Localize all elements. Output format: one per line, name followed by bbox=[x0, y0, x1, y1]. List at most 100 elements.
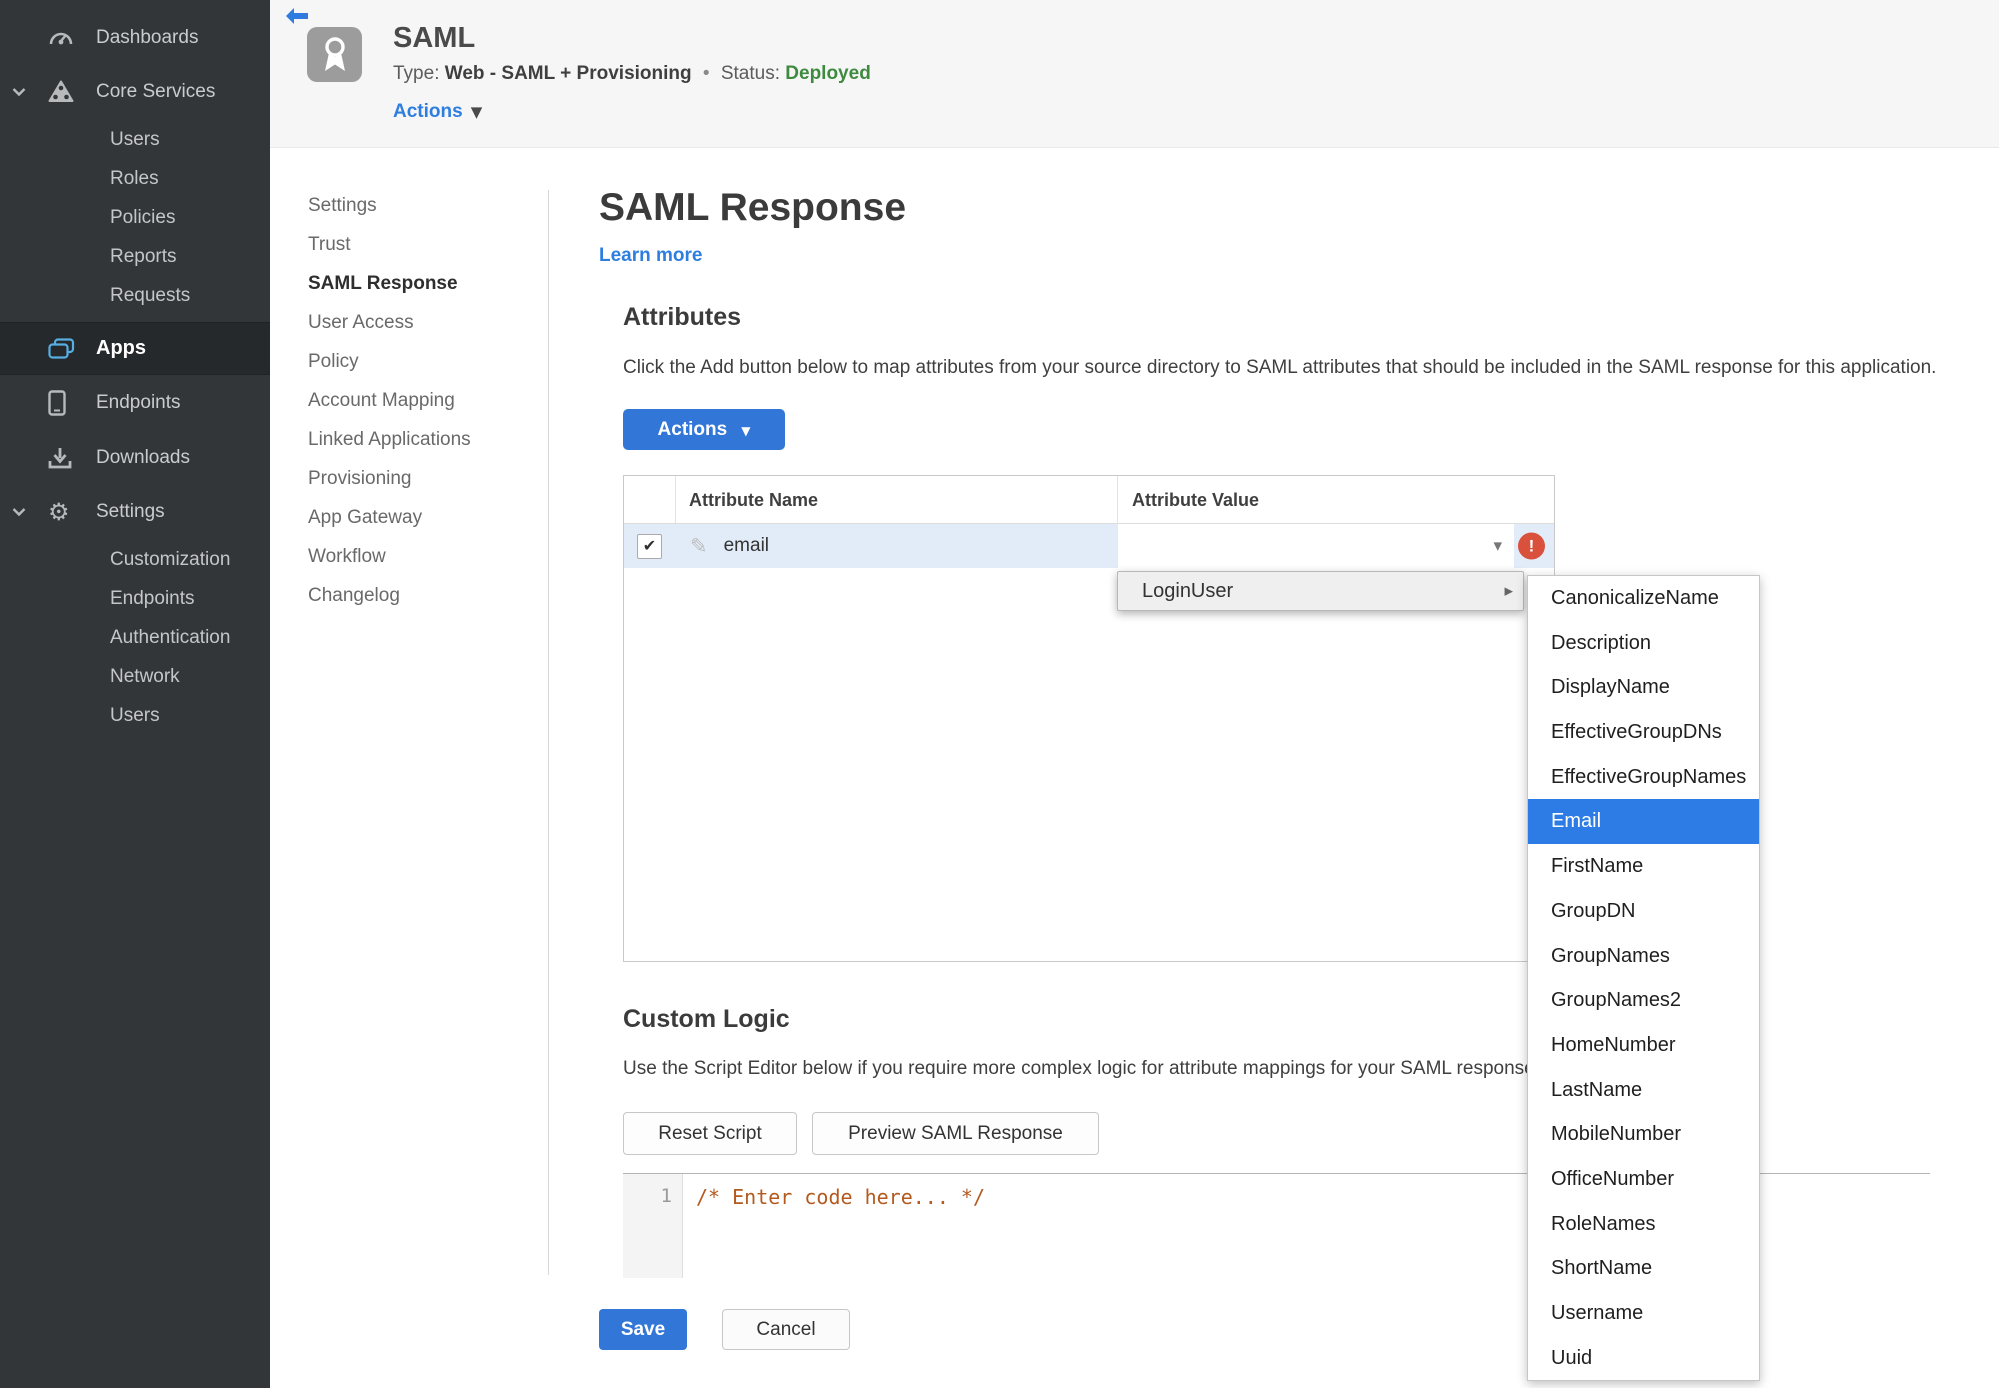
subnav-item[interactable]: Settings bbox=[308, 186, 528, 225]
subnav-item[interactable]: Changelog bbox=[308, 576, 528, 615]
editor-gutter: 1 bbox=[623, 1174, 683, 1278]
sidebar-subitem[interactable]: Policies bbox=[0, 198, 270, 237]
submenu-item[interactable]: Email bbox=[1528, 799, 1759, 845]
subnav-item[interactable]: Provisioning bbox=[308, 459, 528, 498]
submenu-item[interactable]: HomeNumber bbox=[1528, 1023, 1759, 1068]
reset-script-button[interactable]: Reset Script bbox=[623, 1112, 797, 1155]
subnav-item[interactable]: App Gateway bbox=[308, 498, 528, 537]
submenu-item[interactable]: GroupNames bbox=[1528, 934, 1759, 979]
attribute-value-dropdown[interactable] bbox=[1118, 524, 1514, 568]
sidebar-item-apps[interactable]: Apps bbox=[0, 322, 270, 375]
app-meta: Type: Web - SAML + Provisioning • Status… bbox=[393, 63, 871, 85]
sidebar-subitem[interactable]: Customization bbox=[0, 540, 270, 579]
apps-icon bbox=[48, 337, 78, 360]
sidebar-subitem[interactable]: Requests bbox=[0, 276, 270, 315]
sidebar-subitem[interactable]: Roles bbox=[0, 159, 270, 198]
sidebar-subitem[interactable]: Network bbox=[0, 657, 270, 696]
sidebar-subitem[interactable]: Users bbox=[0, 696, 270, 735]
custom-logic-heading: Custom Logic bbox=[623, 1005, 790, 1033]
gauge-icon bbox=[48, 27, 78, 49]
edit-pencil-icon[interactable] bbox=[690, 534, 708, 558]
core-services-icon bbox=[48, 80, 78, 104]
submenu-item[interactable]: Username bbox=[1528, 1291, 1759, 1336]
subnav-item[interactable]: Trust bbox=[308, 225, 528, 264]
sidebar: Dashboards Core Services Users Roles Polic… bbox=[0, 0, 270, 1388]
chevron-down-icon[interactable] bbox=[12, 508, 26, 517]
attribute-submenu: CanonicalizeName Description DisplayName Ef… bbox=[1527, 575, 1760, 1381]
submenu-item[interactable]: LastName bbox=[1528, 1068, 1759, 1113]
submenu-item[interactable]: Uuid bbox=[1528, 1336, 1759, 1380]
subnav-item[interactable]: Account Mapping bbox=[308, 381, 528, 420]
header-actions-menu[interactable]: Actions bbox=[393, 101, 482, 123]
sidebar-item-label: Endpoints bbox=[96, 392, 181, 413]
subnav-item[interactable]: Linked Applications bbox=[308, 420, 528, 459]
submenu-item[interactable]: ShortName bbox=[1528, 1246, 1759, 1291]
settings-subitems: Customization Endpoints Authentication Netw… bbox=[0, 540, 270, 735]
submenu-item[interactable]: MobileNumber bbox=[1528, 1112, 1759, 1157]
submenu-item[interactable]: GroupNames2 bbox=[1528, 978, 1759, 1023]
attribute-value-cell bbox=[1117, 524, 1554, 568]
submenu-item[interactable]: DisplayName bbox=[1528, 665, 1759, 710]
sidebar-subitem[interactable]: Endpoints bbox=[0, 579, 270, 618]
type-label: Type: bbox=[393, 63, 440, 84]
sidebar-item-settings[interactable]: ⚙ Settings bbox=[0, 492, 270, 532]
chevron-down-icon[interactable] bbox=[12, 88, 26, 97]
attribute-name-value: email bbox=[723, 535, 770, 556]
submenu-item[interactable]: RoleNames bbox=[1528, 1202, 1759, 1247]
page-title: SAML bbox=[393, 22, 476, 54]
core-services-subitems: Users Roles Policies Reports Requests bbox=[0, 120, 270, 315]
section-title: SAML Response bbox=[599, 186, 907, 229]
sidebar-item-core-services[interactable]: Core Services bbox=[0, 72, 270, 112]
caret-down-icon bbox=[471, 104, 483, 121]
gear-icon: ⚙ bbox=[48, 498, 70, 526]
dropdown-menu-loginuser[interactable]: LoginUser bbox=[1117, 571, 1524, 611]
sidebar-subitem[interactable]: Authentication bbox=[0, 618, 270, 657]
subnav-item[interactable]: User Access bbox=[308, 303, 528, 342]
subnav-item[interactable]: Policy bbox=[308, 342, 528, 381]
app-header: SAML Type: Web - SAML + Provisioning • S… bbox=[270, 0, 1999, 148]
sidebar-subitem[interactable]: Reports bbox=[0, 237, 270, 276]
submenu-item[interactable]: FirstName bbox=[1528, 844, 1759, 889]
sidebar-subitem[interactable]: Users bbox=[0, 120, 270, 159]
save-button[interactable]: Save bbox=[599, 1309, 687, 1350]
submenu-item[interactable]: EffectiveGroupNames bbox=[1528, 755, 1759, 800]
attributes-table: Attribute Name Attribute Value email bbox=[623, 475, 1555, 962]
sidebar-item-downloads[interactable]: Downloads bbox=[0, 438, 270, 478]
editor-code[interactable]: /* Enter code here... */ bbox=[696, 1185, 985, 1209]
submenu-item[interactable]: CanonicalizeName bbox=[1528, 576, 1759, 621]
submenu-arrow-icon bbox=[1504, 581, 1513, 601]
preview-saml-response-button[interactable]: Preview SAML Response bbox=[812, 1112, 1099, 1155]
sidebar-item-label: Dashboards bbox=[96, 27, 199, 48]
sidebar-item-dashboards[interactable]: Dashboards bbox=[0, 18, 270, 58]
device-icon bbox=[48, 390, 78, 416]
checkbox-column-header bbox=[624, 476, 675, 523]
checkmark-icon bbox=[643, 536, 656, 556]
custom-logic-description: Use the Script Editor below if you requi… bbox=[623, 1058, 1540, 1079]
sidebar-item-endpoints[interactable]: Endpoints bbox=[0, 383, 270, 423]
table-row[interactable]: email bbox=[624, 524, 1554, 568]
attribute-name-column-header: Attribute Name bbox=[675, 476, 1117, 523]
attribute-value-column-header: Attribute Value bbox=[1117, 476, 1554, 523]
attributes-actions-button[interactable]: Actions bbox=[623, 409, 785, 450]
sidebar-item-label: Core Services bbox=[96, 81, 216, 102]
cancel-button[interactable]: Cancel bbox=[722, 1309, 850, 1350]
error-icon bbox=[1518, 532, 1545, 560]
submenu-item[interactable]: GroupDN bbox=[1528, 889, 1759, 934]
learn-more-link[interactable]: Learn more bbox=[599, 245, 702, 267]
content-divider bbox=[548, 190, 549, 1275]
row-checkbox[interactable] bbox=[637, 533, 662, 559]
caret-down-icon bbox=[1493, 536, 1502, 556]
submenu-item[interactable]: EffectiveGroupDNs bbox=[1528, 710, 1759, 755]
status-label: Status: bbox=[720, 63, 780, 84]
table-header: Attribute Name Attribute Value bbox=[624, 476, 1554, 524]
app-window: Dashboards Core Services Users Roles Polic… bbox=[0, 0, 1999, 1388]
line-number: 1 bbox=[660, 1185, 672, 1207]
saml-app-icon bbox=[307, 27, 362, 82]
subnav-item[interactable]: SAML Response bbox=[308, 264, 528, 303]
submenu-item[interactable]: Description bbox=[1528, 621, 1759, 666]
subnav-item[interactable]: Workflow bbox=[308, 537, 528, 576]
submenu-item[interactable]: OfficeNumber bbox=[1528, 1157, 1759, 1202]
sidebar-item-label: Downloads bbox=[96, 447, 190, 468]
status-badge: Deployed bbox=[785, 63, 871, 84]
app-subnav: Settings Trust SAML Response User Access Pol… bbox=[308, 186, 528, 615]
